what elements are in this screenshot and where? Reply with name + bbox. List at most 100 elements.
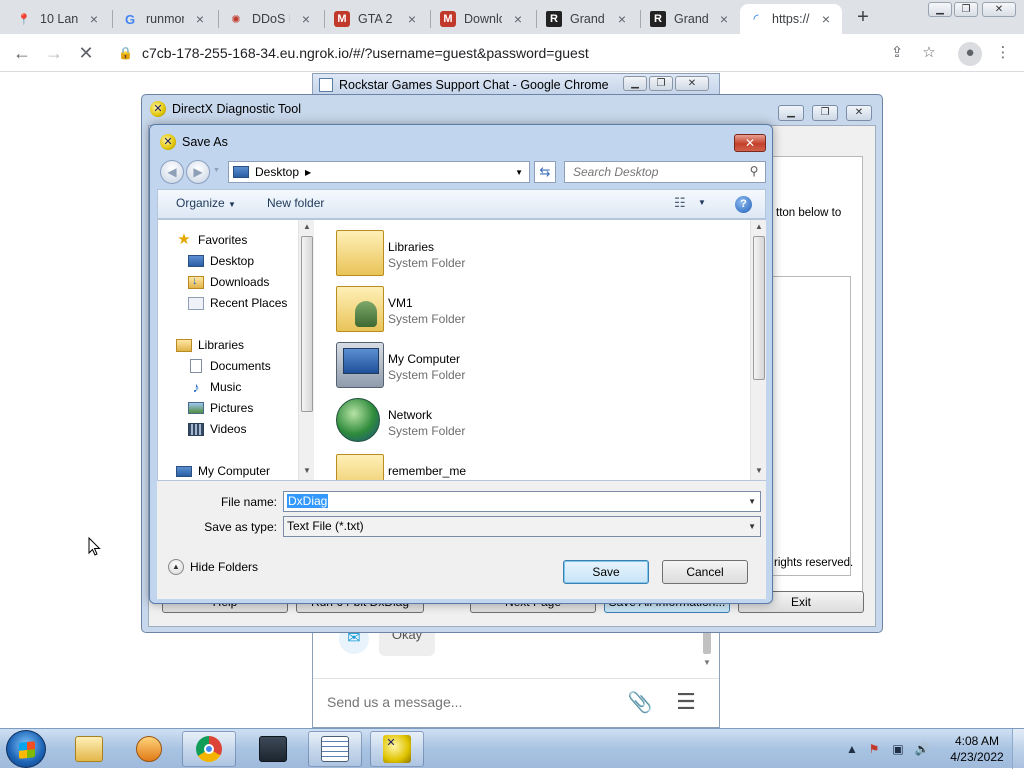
folder-icon [336, 454, 384, 480]
scroll-down-arrow-icon[interactable]: ▼ [751, 464, 767, 478]
breadcrumb-chevron-icon[interactable]: ▶ [305, 168, 311, 177]
chevron-down-icon[interactable]: ▼ [748, 492, 756, 511]
tab-close-icon[interactable]: × [510, 11, 526, 27]
dxdiag-close-button[interactable]: ✕ [846, 105, 872, 121]
browser-tab-4[interactable]: M GTA 2 - × [326, 4, 428, 34]
cancel-button[interactable]: Cancel [662, 560, 748, 584]
view-options-icon[interactable]: ☷ [674, 195, 686, 211]
search-input[interactable] [564, 161, 766, 183]
taskbar-clock[interactable]: 4:08 AM 4/23/2022 [942, 733, 1012, 765]
tab-close-icon[interactable]: × [716, 11, 732, 27]
file-type: System Folder [388, 256, 466, 270]
taskbar-task-manager[interactable] [246, 731, 300, 767]
address-dropdown-icon[interactable]: ▼ [515, 168, 523, 177]
address-breadcrumb[interactable]: Desktop ▶ ▼ [228, 161, 530, 183]
show-hidden-icons-icon[interactable]: ▲ [844, 741, 860, 757]
file-item-my-computer[interactable]: My Computer System Folder [336, 340, 716, 392]
browser-tab-2[interactable]: G runmor × [114, 4, 216, 34]
save-as-close-button[interactable]: ✕ [734, 134, 766, 152]
dxdiag-minimize-button[interactable]: ▁ [778, 105, 804, 121]
browser-toolbar: ← → ✕ 🔒 c7cb-178-255-168-34.eu.ngrok.io/… [0, 34, 1024, 72]
nav-documents[interactable]: Documents [188, 356, 271, 376]
chat-message-input[interactable] [325, 686, 625, 718]
browser-minimize-button[interactable]: ▁ [928, 2, 952, 17]
browser-tab-1[interactable]: 📍 10 Lant × [8, 4, 110, 34]
nav-my-computer[interactable]: My Computer [176, 461, 270, 480]
tab-close-icon[interactable]: × [86, 11, 102, 27]
nav-videos[interactable]: Videos [188, 419, 246, 439]
chat-maximize-button[interactable]: ❐ [649, 76, 673, 91]
nav-libraries[interactable]: Libraries [176, 335, 244, 355]
refresh-icon[interactable]: ⇆ [534, 161, 556, 183]
organize-menu-button[interactable]: Organize ▼ [176, 196, 236, 210]
back-arrow-icon[interactable]: ◀ [160, 160, 184, 184]
action-center-flag-icon[interactable]: ⚑ [866, 741, 882, 757]
browser-tab-7[interactable]: R Grand × [642, 4, 740, 34]
scroll-up-arrow-icon[interactable]: ▲ [299, 220, 314, 234]
view-dropdown-icon[interactable]: ▼ [698, 198, 706, 207]
start-button[interactable] [6, 730, 46, 768]
tab-close-icon[interactable]: × [192, 11, 208, 27]
address-bar[interactable]: 🔒 c7cb-178-255-168-34.eu.ngrok.io/#/?use… [118, 39, 954, 67]
nav-downloads[interactable]: Downloads [188, 272, 269, 292]
menu-kebab-icon[interactable]: ⋮ [992, 42, 1014, 64]
file-list-scrollbar[interactable]: ▲ ▼ [750, 220, 766, 480]
chat-close-button[interactable]: ✕ [675, 76, 709, 91]
nav-desktop[interactable]: Desktop [188, 251, 254, 271]
file-item-remember-me[interactable]: remember_me [336, 452, 716, 480]
chevron-down-icon[interactable]: ▼ [748, 517, 756, 536]
taskbar-chrome[interactable] [182, 731, 236, 767]
nav-music[interactable]: ♪ Music [188, 377, 242, 397]
nav-label: Videos [210, 422, 247, 436]
tab-close-icon[interactable]: × [404, 11, 420, 27]
browser-restore-button[interactable]: ❐ [954, 2, 978, 17]
browser-tab-6[interactable]: R Grand × [538, 4, 638, 34]
file-name-field[interactable]: DxDiag ▼ [283, 491, 761, 512]
nav-recent-places[interactable]: Recent Places [188, 293, 287, 313]
new-tab-button[interactable]: + [852, 6, 874, 28]
nav-pictures[interactable]: Pictures [188, 398, 253, 418]
stop-loading-icon[interactable]: ✕ [73, 40, 99, 66]
dxdiag-maximize-button[interactable]: ❐ [812, 105, 838, 121]
tab-close-icon[interactable]: × [614, 11, 630, 27]
file-item-libraries[interactable]: Libraries System Folder [336, 228, 716, 280]
paperclip-attach-icon[interactable]: 📎 [627, 690, 653, 716]
volume-icon[interactable]: 🔊 [914, 741, 930, 757]
taskbar-notepad[interactable] [308, 731, 362, 767]
chat-scrollbar[interactable]: ▼ [701, 630, 715, 670]
taskbar-media-player[interactable] [122, 731, 176, 767]
file-item-network[interactable]: Network System Folder [336, 396, 716, 448]
back-arrow-icon[interactable]: ← [9, 40, 35, 66]
hide-folders-toggle[interactable]: ▲ Hide Folders [168, 559, 258, 575]
taskbar-dxdiag[interactable] [370, 731, 424, 767]
scroll-down-arrow-icon[interactable]: ▼ [299, 464, 314, 478]
bookmark-star-icon[interactable]: ☆ [918, 42, 940, 64]
navigation-pane-scrollbar[interactable]: ▲ ▼ [298, 220, 314, 480]
forward-arrow-icon[interactable]: → [41, 40, 67, 66]
save-as-type-select[interactable]: Text File (*.txt) ▼ [283, 516, 761, 537]
nav-favorites[interactable]: ★ Favorites [176, 230, 247, 250]
taskbar-explorer[interactable] [62, 731, 116, 767]
browser-close-button[interactable]: ✕ [982, 2, 1016, 17]
browser-tab-3[interactable]: ✺ DDoS F × [220, 4, 322, 34]
tab-close-icon[interactable]: × [298, 11, 314, 27]
profile-avatar-icon[interactable]: ● [958, 42, 982, 66]
network-icon[interactable]: ▣ [890, 741, 906, 757]
browser-tab-8-active[interactable]: ◜ https:// × [740, 4, 842, 34]
save-button[interactable]: Save [563, 560, 649, 584]
browser-tab-5[interactable]: M Downlc × [432, 4, 534, 34]
recent-locations-dropdown-icon[interactable]: ▼ [213, 167, 220, 174]
show-desktop-button[interactable] [1012, 729, 1024, 769]
new-folder-button[interactable]: New folder [267, 196, 324, 210]
hamburger-menu-icon[interactable]: ☰ [673, 690, 699, 716]
forward-arrow-icon[interactable]: ▶ [186, 160, 210, 184]
search-icon[interactable]: ⚲ [746, 163, 762, 179]
help-icon[interactable]: ? [735, 196, 752, 213]
chat-minimize-button[interactable]: ▁ [623, 76, 647, 91]
share-icon[interactable]: ⇪ [886, 42, 908, 64]
tab-close-icon[interactable]: × [818, 11, 834, 27]
scrollbar-thumb[interactable] [753, 236, 765, 380]
file-item-vm1[interactable]: VM1 System Folder [336, 284, 716, 336]
scroll-up-arrow-icon[interactable]: ▲ [751, 220, 767, 234]
scrollbar-thumb[interactable] [301, 236, 313, 412]
